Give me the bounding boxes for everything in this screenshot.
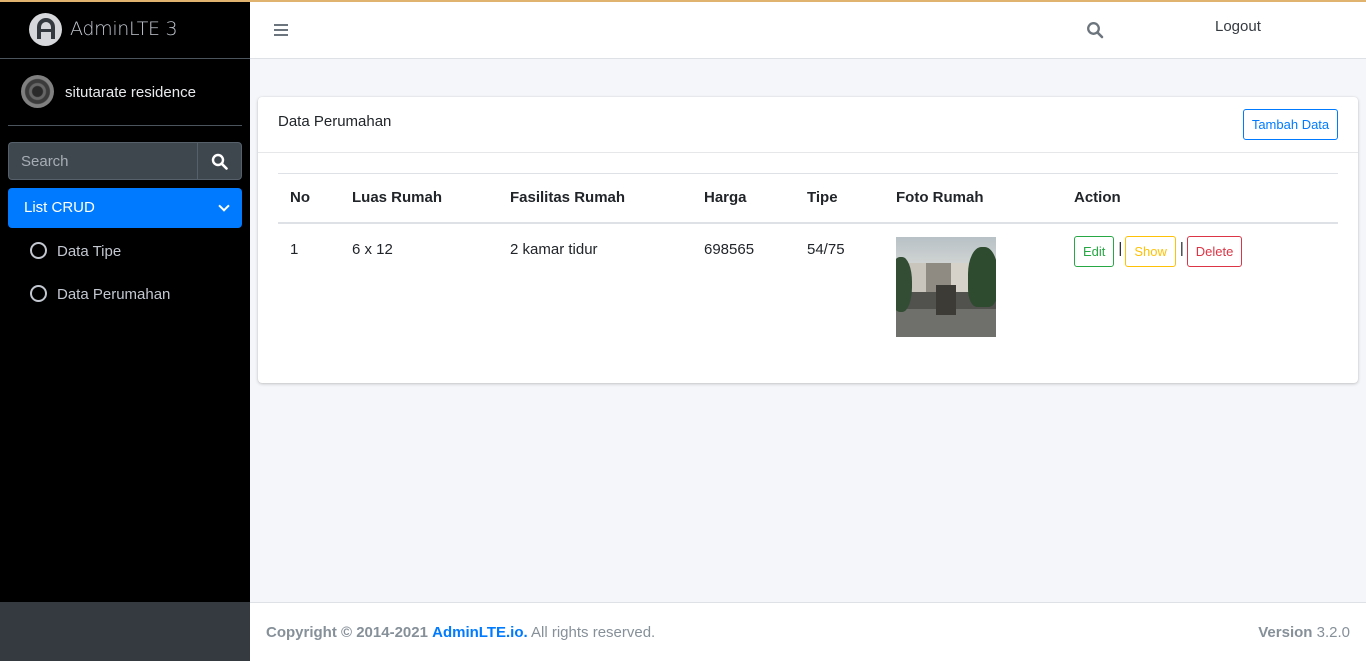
footer-version: Version 3.2.0	[1258, 624, 1350, 641]
show-button[interactable]: Show	[1125, 235, 1176, 267]
cell-actions: Edit | Show | Delete	[1062, 223, 1338, 353]
menu-toggle-icon[interactable]	[274, 24, 288, 36]
sidebar-search	[8, 142, 242, 180]
rights-text: All rights reserved.	[531, 624, 656, 641]
brand-name: AdminLTE 3	[70, 18, 178, 40]
footer-link[interactable]: AdminLTE.io.	[432, 624, 528, 641]
column-header: Action	[1074, 189, 1121, 207]
search-icon	[211, 153, 228, 170]
edit-button[interactable]: Edit	[1074, 235, 1115, 267]
cell-no: 1	[290, 240, 299, 258]
action-separator: |	[1118, 239, 1123, 257]
brand-link[interactable]: AdminLTE 3	[0, 2, 250, 59]
card-header: Data Perumahan Tambah Data	[258, 97, 1358, 153]
cell-harga: 698565	[704, 240, 755, 258]
row-actions: Edit | Show | Delete	[1074, 235, 1338, 267]
column-header: Harga	[704, 189, 747, 207]
data-card: Data Perumahan Tambah Data No Luas Rumah…	[258, 97, 1358, 383]
page-footer: Copyright © 2014-2021 AdminLTE.io. All r…	[250, 602, 1366, 661]
top-navbar: Logout	[250, 2, 1366, 59]
sidebar-item-label: Data Perumahan	[57, 286, 171, 303]
column-header: Luas Rumah	[352, 189, 443, 207]
user-name[interactable]: situtarate residence	[65, 84, 196, 101]
cell-foto	[884, 223, 1062, 353]
table-header-row: No Luas Rumah Fasilitas Rumah Harga Tipe…	[278, 173, 1338, 223]
search-icon	[1087, 22, 1104, 39]
circle-icon	[30, 285, 47, 302]
column-header: Tipe	[807, 189, 838, 207]
navbar-search-button[interactable]	[1086, 21, 1106, 41]
cell-tipe: 54/75	[807, 240, 845, 258]
house-photo	[896, 236, 996, 337]
circle-icon	[30, 242, 47, 259]
data-table: No Luas Rumah Fasilitas Rumah Harga Tipe…	[278, 173, 1338, 353]
sidebar-item-data-perumahan[interactable]: Data Perumahan	[8, 275, 242, 313]
add-data-button[interactable]: Tambah Data	[1243, 109, 1338, 140]
sidebar: AdminLTE 3 situtarate residence List CRU…	[0, 2, 250, 602]
sidebar-item-label: List CRUD	[24, 199, 95, 216]
cell-fasilitas: 2 kamar tidur	[510, 240, 598, 258]
table-row: 1 6 x 12 2 kamar tidur 698565 54/75 Edit	[278, 223, 1338, 353]
column-header: Fasilitas Rumah	[510, 189, 626, 207]
chevron-down-icon	[218, 200, 230, 212]
user-panel: situtarate residence	[8, 59, 242, 126]
sidebar-search-button[interactable]	[197, 142, 242, 180]
copyright-text: Copyright © 2014-2021	[266, 624, 428, 641]
brand-logo-icon	[29, 13, 62, 46]
sidebar-item-data-tipe[interactable]: Data Tipe	[8, 232, 242, 270]
card-title: Data Perumahan	[278, 113, 392, 130]
column-header: No	[290, 189, 310, 207]
cell-luas: 6 x 12	[352, 240, 393, 258]
logout-link[interactable]: Logout	[1215, 18, 1261, 35]
column-header: Foto Rumah	[896, 189, 984, 207]
version-label: Version	[1258, 624, 1313, 641]
delete-button[interactable]: Delete	[1186, 235, 1243, 267]
sidebar-item-list-crud[interactable]: List CRUD	[8, 188, 242, 228]
action-separator: |	[1179, 239, 1184, 257]
sidebar-search-input[interactable]	[8, 142, 197, 180]
avatar	[21, 75, 54, 108]
sidebar-bottom	[0, 602, 250, 661]
footer-copyright: Copyright © 2014-2021 AdminLTE.io. All r…	[266, 624, 655, 641]
sidebar-item-label: Data Tipe	[57, 243, 122, 260]
version-value: 3.2.0	[1316, 624, 1350, 641]
